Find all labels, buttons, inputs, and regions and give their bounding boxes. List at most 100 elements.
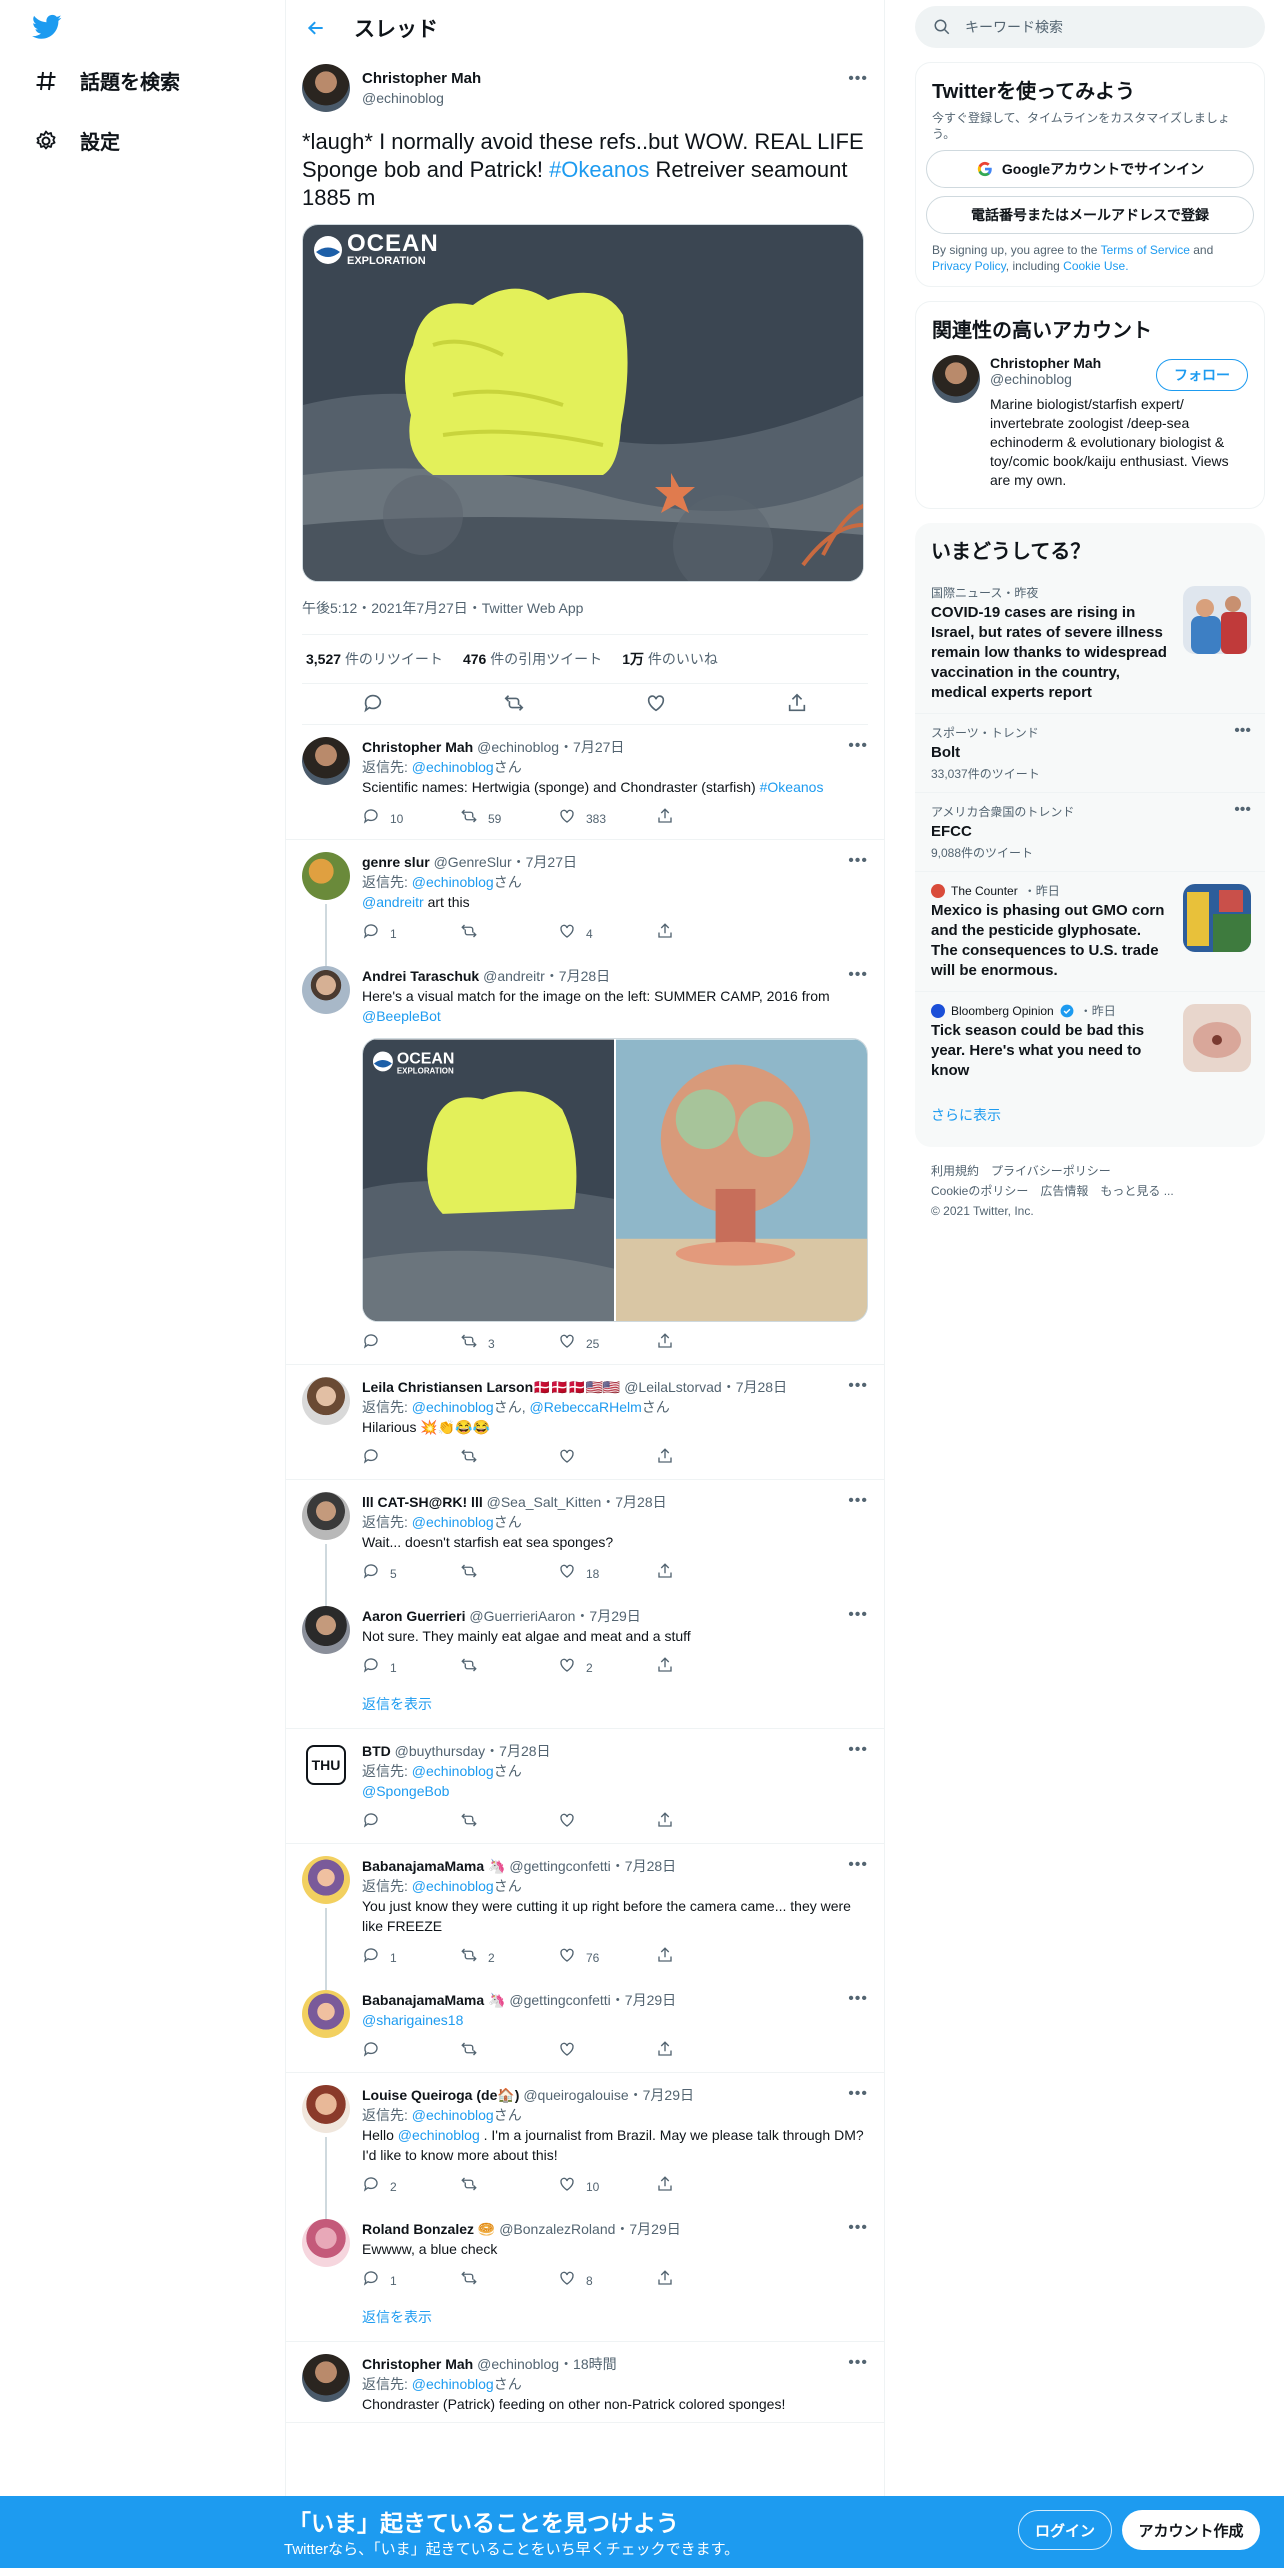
reply-button[interactable]: 2: [362, 2175, 460, 2199]
author-handle[interactable]: @gettingconfetti: [509, 1858, 610, 1874]
avatar[interactable]: [302, 966, 350, 1014]
reply-tweet[interactable]: lll CAT-SH@RK! lll @Sea_Salt_Kitten・7月28…: [286, 1480, 884, 1594]
author-handle[interactable]: @GenreSlur: [434, 854, 512, 870]
more-icon[interactable]: •••: [1234, 722, 1251, 740]
more-icon[interactable]: •••: [848, 852, 868, 870]
avatar[interactable]: [302, 1377, 350, 1425]
tweet-date[interactable]: ・7月28日: [545, 968, 610, 984]
related-account[interactable]: Christopher Mah @echinoblog Marine biolo…: [916, 349, 1264, 496]
author-handle[interactable]: @gettingconfetti: [509, 1992, 610, 2008]
share-button[interactable]: [656, 1447, 754, 1471]
quote-count[interactable]: 476 件の引用ツイート: [463, 649, 602, 669]
reply-images[interactable]: OCEAN EXPLORATION: [362, 1038, 868, 1322]
avatar[interactable]: THU: [306, 1745, 346, 1785]
mention-link[interactable]: @echinoblog: [412, 1399, 494, 1415]
retweet-button[interactable]: [460, 2269, 558, 2293]
like-button[interactable]: 383: [558, 807, 656, 831]
author-handle[interactable]: @echinoblog: [477, 2356, 559, 2372]
show-more-link[interactable]: さらに表示: [915, 1091, 1265, 1147]
mention-link[interactable]: @echinoblog: [412, 1763, 494, 1779]
signup-button[interactable]: アカウント作成: [1122, 2510, 1260, 2550]
author-name[interactable]: BTD: [362, 1743, 391, 1759]
more-icon[interactable]: •••: [848, 70, 868, 88]
reply-tweet[interactable]: Leila Christiansen Larson🇩🇰🇩🇰🇩🇰🇺🇸🇺🇸 @Lei…: [286, 1365, 884, 1479]
like-button[interactable]: 8: [558, 2269, 656, 2293]
mention-link[interactable]: @BeepleBot: [362, 1008, 441, 1024]
tweet-date[interactable]: ・7月28日: [722, 1379, 787, 1395]
share-icon[interactable]: [786, 692, 808, 714]
share-button[interactable]: [656, 1811, 754, 1835]
author-handle[interactable]: @GuerrieriAaron: [469, 1608, 575, 1624]
avatar[interactable]: [302, 852, 350, 900]
phone-signup-button[interactable]: 電話番号またはメールアドレスで登録: [926, 196, 1254, 234]
tweet-date[interactable]: ・7月28日: [485, 1743, 550, 1759]
more-icon[interactable]: •••: [848, 1856, 868, 1874]
show-replies-link[interactable]: 返信を表示: [286, 2301, 884, 2341]
retweet-icon[interactable]: [503, 692, 525, 714]
author-handle[interactable]: @Sea_Salt_Kitten: [487, 1494, 602, 1510]
beeple-art[interactable]: [616, 1039, 867, 1322]
avatar[interactable]: [302, 2219, 350, 2267]
share-button[interactable]: [656, 1332, 754, 1356]
author-name[interactable]: Louise Queiroga (de🏠): [362, 2087, 519, 2103]
avatar[interactable]: [302, 737, 350, 785]
author-name[interactable]: Roland Bonzalez 🥯: [362, 2221, 495, 2237]
like-button[interactable]: [558, 1447, 656, 1471]
terms-link[interactable]: Terms of Service: [1101, 243, 1190, 257]
reply-tweet[interactable]: Louise Queiroga (de🏠) @queirogalouise・7月…: [286, 2073, 884, 2207]
retweet-button[interactable]: 2: [460, 1946, 558, 1970]
avatar[interactable]: [302, 1606, 350, 1654]
like-button[interactable]: 25: [558, 1332, 656, 1356]
retweet-button[interactable]: [460, 1656, 558, 1680]
more-icon[interactable]: •••: [848, 2219, 868, 2237]
avatar[interactable]: [302, 64, 350, 112]
back-arrow-icon[interactable]: [306, 18, 326, 38]
retweet-button[interactable]: [460, 2040, 558, 2064]
footer-links[interactable]: 利用規約 プライバシーポリシー: [931, 1161, 1249, 1181]
reply-button[interactable]: [362, 2040, 460, 2064]
tweet-image[interactable]: OCEAN EXPLORATION: [302, 224, 864, 582]
tweet-date[interactable]: ・7月27日: [512, 854, 577, 870]
tweet-date[interactable]: ・18時間: [559, 2356, 617, 2372]
reply-tweet[interactable]: Christopher Mah @echinoblog・18時間 返信先: @ec…: [286, 2342, 884, 2422]
avatar[interactable]: [302, 2354, 350, 2402]
reply-tweet[interactable]: genre slur @GenreSlur・7月27日 返信先: @echinob…: [286, 840, 884, 954]
author-handle[interactable]: @echinoblog: [477, 739, 559, 755]
tweet-date[interactable]: ・7月29日: [611, 1992, 676, 2008]
mention-link[interactable]: @echinoblog: [398, 2127, 480, 2143]
more-icon[interactable]: •••: [1234, 801, 1251, 819]
reply-tweet[interactable]: THU BTD @buythursday・7月28日 返信先: @echinoblo…: [286, 1729, 884, 1843]
trend-item[interactable]: スポーツ・トレンド Bolt 33,037件のツイート •••: [915, 714, 1265, 793]
mention-link[interactable]: @SpongeBob: [362, 1783, 449, 1799]
retweet-count[interactable]: 3,527 件のリツイート: [306, 649, 443, 669]
reply-tweet[interactable]: Christopher Mah @echinoblog・7月27日 返信先: @e…: [286, 725, 884, 839]
author-handle[interactable]: @queirogalouise: [523, 2087, 628, 2103]
reply-tweet[interactable]: Andrei Taraschuk @andreitr・7月28日 Here's a…: [286, 954, 884, 1364]
like-button[interactable]: [558, 1811, 656, 1835]
like-count[interactable]: 1万 件のいいね: [622, 649, 718, 669]
tweet-date[interactable]: ・7月29日: [629, 2087, 694, 2103]
reply-button[interactable]: 5: [362, 1562, 460, 1586]
retweet-button[interactable]: [460, 1447, 558, 1471]
avatar[interactable]: [302, 1990, 350, 2038]
login-button[interactable]: ログイン: [1018, 2510, 1112, 2550]
footer-links[interactable]: Cookieのポリシー 広告情報 もっと見る ...: [931, 1181, 1249, 1201]
tweet-date[interactable]: ・7月27日: [559, 739, 624, 755]
more-icon[interactable]: •••: [848, 1990, 868, 2008]
like-button[interactable]: 10: [558, 2175, 656, 2199]
author-handle[interactable]: @echinoblog: [362, 90, 481, 106]
retweet-button[interactable]: [460, 922, 558, 946]
share-button[interactable]: [656, 1562, 754, 1586]
mention-link[interactable]: @echinoblog: [412, 1514, 494, 1530]
more-icon[interactable]: •••: [848, 1492, 868, 1510]
trend-item[interactable]: アメリカ合衆国のトレンド EFCC 9,088件のツイート •••: [915, 793, 1265, 872]
mention-link[interactable]: @echinoblog: [412, 759, 494, 775]
author-name[interactable]: BabanajamaMama 🦄: [362, 1992, 506, 2008]
like-button[interactable]: 4: [558, 922, 656, 946]
tweet-date[interactable]: ・7月29日: [575, 1608, 640, 1624]
author-handle[interactable]: @LeilaLstorvad: [624, 1379, 722, 1395]
author-name[interactable]: Aaron Guerrieri: [362, 1608, 465, 1624]
author-name[interactable]: Andrei Taraschuk: [362, 968, 479, 984]
more-icon[interactable]: •••: [848, 1741, 868, 1759]
follow-button[interactable]: フォロー: [1156, 359, 1248, 391]
